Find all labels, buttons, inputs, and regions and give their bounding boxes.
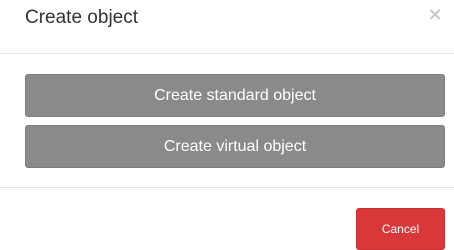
dialog-footer: Cancel — [0, 188, 454, 250]
create-virtual-object-button[interactable]: Create virtual object — [25, 125, 445, 168]
cancel-button[interactable]: Cancel — [356, 208, 445, 250]
dialog-header: Create object × — [0, 0, 454, 54]
dialog-title: Create object — [25, 7, 139, 28]
create-standard-object-button[interactable]: Create standard object — [25, 74, 445, 117]
dialog-body: Create standard object Create virtual ob… — [0, 54, 454, 188]
close-icon[interactable]: × — [425, 5, 445, 25]
create-object-dialog: Create object × Create standard object C… — [0, 0, 454, 250]
